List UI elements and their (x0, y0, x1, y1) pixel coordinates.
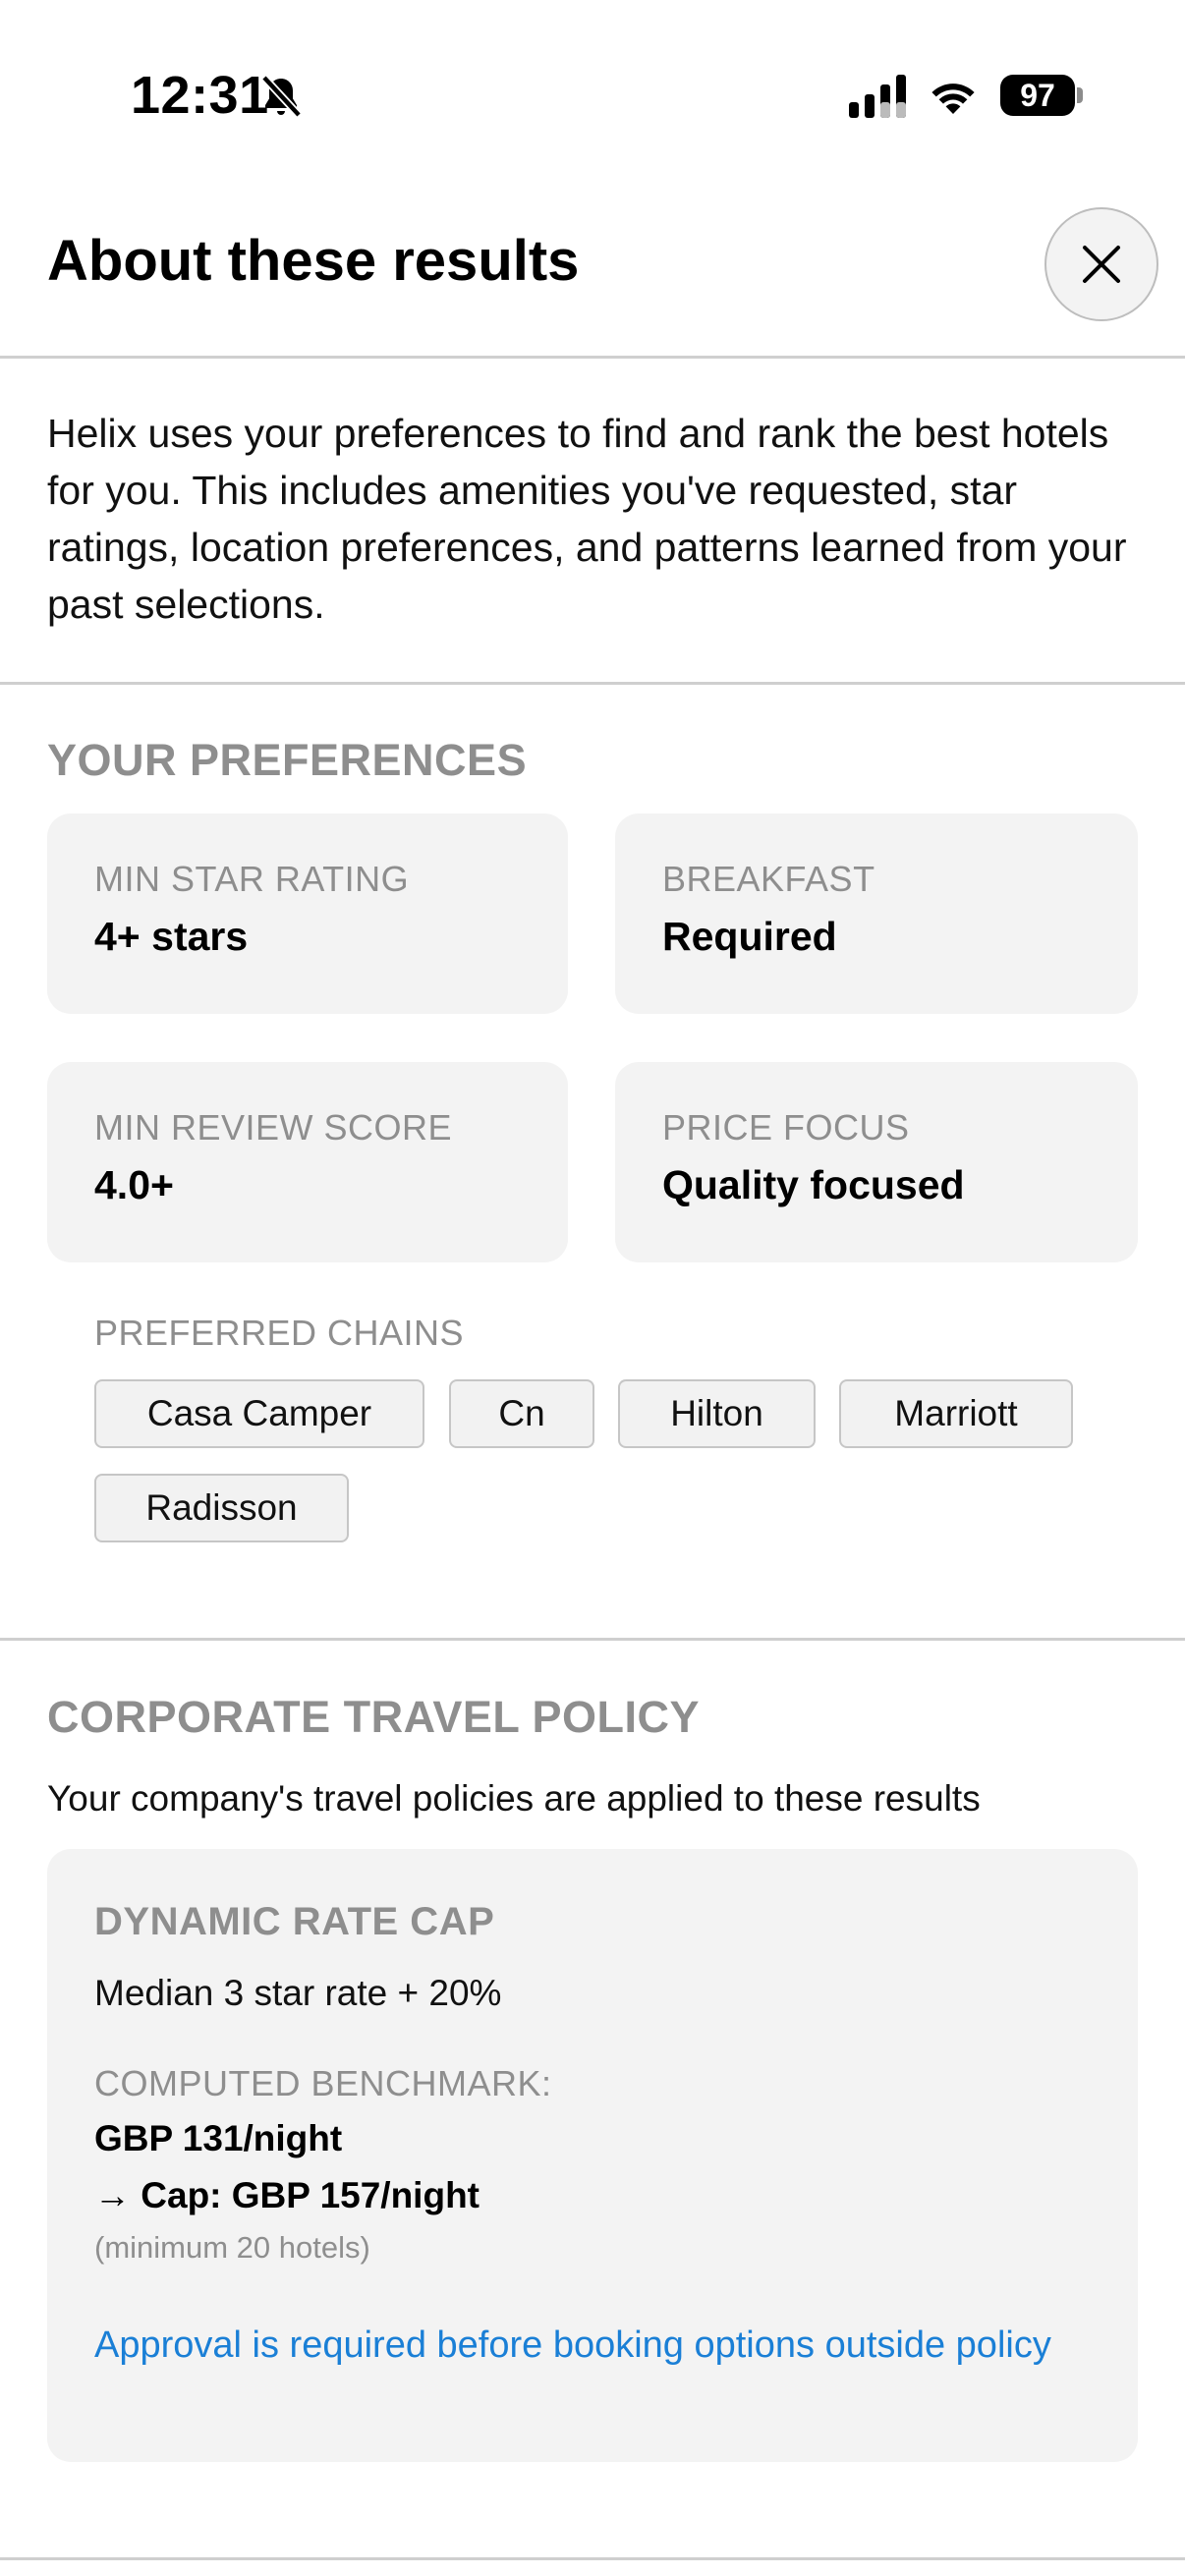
preferred-chains-label: PREFERRED CHAINS (94, 1313, 465, 1353)
pref-card-breakfast: BREAKFAST Required (615, 813, 1138, 1014)
header-divider (0, 356, 1185, 359)
rate-cap-description: Median 3 star rate + 20% (94, 1973, 502, 2013)
close-button[interactable] (1044, 207, 1158, 321)
card-value: 4.0+ (94, 1162, 174, 1207)
battery-icon: 97 (1000, 75, 1075, 116)
pref-card-price-focus: PRICE FOCUS Quality focused (615, 1062, 1138, 1262)
card-label: PRICE FOCUS (662, 1107, 910, 1148)
status-bar: 12:31 97 (0, 0, 1185, 196)
card-value: 4+ stars (94, 914, 249, 959)
battery-tip (1077, 87, 1083, 103)
card-label: MIN STAR RATING (94, 859, 410, 899)
minimum-hotels-note: (minimum 20 hotels) (94, 2230, 370, 2265)
status-time: 12:31 (131, 66, 269, 125)
bell-slash-icon (261, 75, 302, 118)
close-icon (1083, 246, 1120, 283)
pref-card-star-rating: MIN STAR RATING 4+ stars (47, 813, 568, 1014)
policy-title: CORPORATE TRAVEL POLICY (47, 1692, 701, 1742)
card-value: Required (662, 914, 837, 959)
preferences-divider (0, 1638, 1185, 1641)
about-results-sheet: 12:31 97 About these results Helix uses … (0, 0, 1185, 2576)
rate-cap-title: DYNAMIC RATE CAP (94, 1900, 495, 1943)
chain-chip: Marriott (839, 1379, 1073, 1448)
pref-card-review-score: MIN REVIEW SCORE 4.0+ (47, 1062, 568, 1262)
chain-chip: Hilton (618, 1379, 816, 1448)
cellular-signal-icon (849, 75, 906, 118)
card-label: MIN REVIEW SCORE (94, 1107, 453, 1148)
intro-text: Helix uses your preferences to find and … (47, 411, 1127, 627)
approval-required-link[interactable]: Approval is required before booking opti… (94, 2323, 1077, 2368)
rate-cap-card: DYNAMIC RATE CAP Median 3 star rate + 20… (47, 1849, 1138, 2462)
policy-subtitle: Your company's travel policies are appli… (47, 1778, 981, 1819)
card-label: BREAKFAST (662, 859, 875, 899)
page-title: About these results (47, 229, 580, 293)
chain-chip: Casa Camper (94, 1379, 424, 1448)
benchmark-value: GBP 131/night (94, 2118, 343, 2158)
preferences-title: YOUR PREFERENCES (47, 735, 528, 785)
cap-value: → Cap: GBP 157/night (94, 2175, 480, 2215)
benchmark-label: COMPUTED BENCHMARK: (94, 2063, 552, 2103)
wifi-icon (931, 84, 975, 114)
chain-chip: Cn (449, 1379, 594, 1448)
bottom-divider (0, 2557, 1185, 2560)
card-value: Quality focused (662, 1162, 965, 1207)
intro-divider (0, 682, 1185, 685)
chain-chip: Radisson (94, 1474, 349, 1542)
